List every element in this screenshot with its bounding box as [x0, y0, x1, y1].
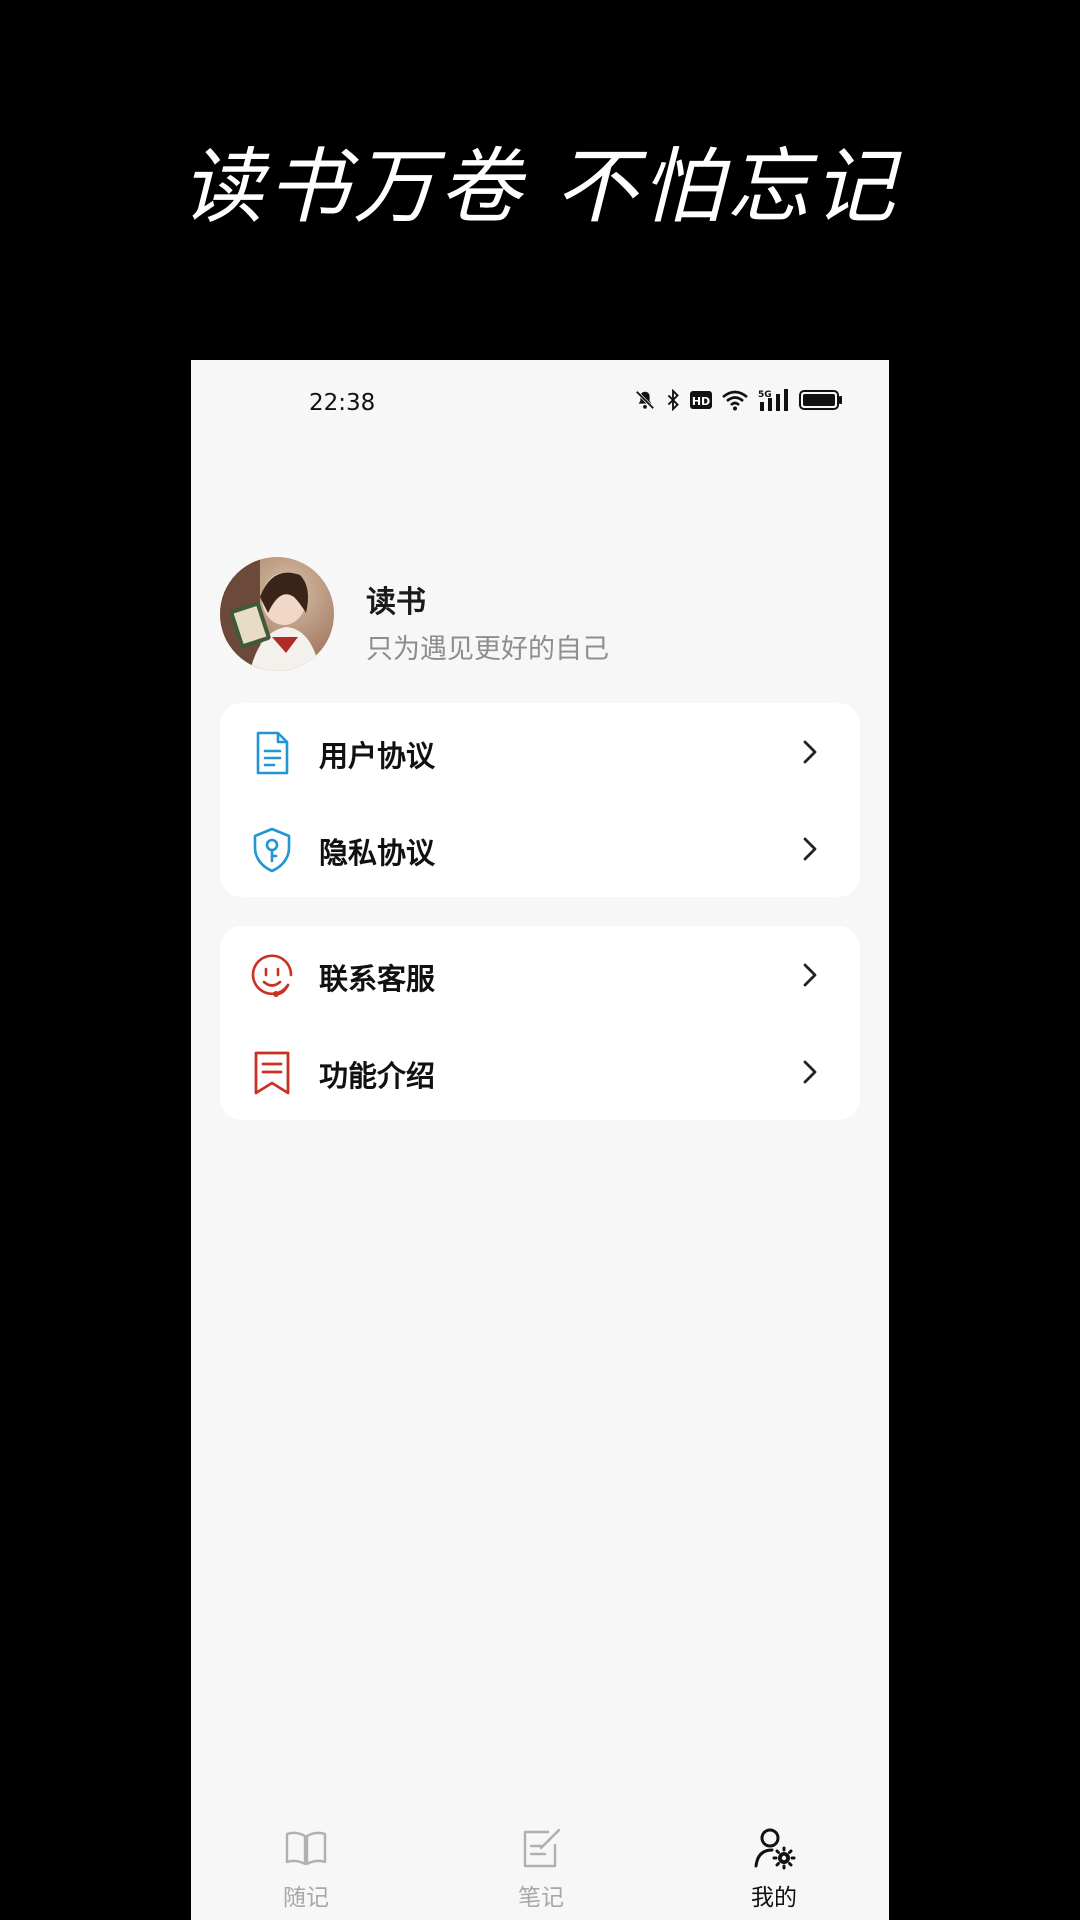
menu-item-feature-intro[interactable]: 功能介绍 — [220, 1023, 860, 1120]
avatar[interactable] — [220, 557, 334, 671]
chevron-right-icon — [800, 834, 820, 864]
svg-text:HD: HD — [692, 395, 710, 408]
menu-item-contact-service[interactable]: 联系客服 — [220, 926, 860, 1023]
bottom-nav: 随记 笔记 我的 — [191, 1814, 889, 1920]
bookmark-icon — [248, 1049, 296, 1097]
smiley-headset-icon — [248, 952, 296, 1000]
menu-label: 功能介绍 — [319, 1059, 436, 1093]
tab-journal[interactable]: 随记 — [236, 1814, 376, 1920]
bluetooth-icon — [665, 389, 681, 411]
status-icons: HD 5G — [634, 388, 843, 412]
tab-label: 我的 — [751, 1885, 797, 1911]
profile-header: 读书 只为遇见更好的自己 — [220, 557, 860, 673]
book-icon — [284, 1826, 328, 1870]
status-bar: 22:38 HD 5G — [191, 360, 889, 446]
tab-label: 笔记 — [518, 1885, 564, 1911]
battery-icon — [799, 389, 843, 411]
menu-label: 隐私协议 — [319, 836, 436, 870]
document-icon — [248, 729, 296, 777]
promo-title: 读书万卷 不怕忘记 — [180, 140, 900, 235]
menu-item-user-agreement[interactable]: 用户协议 — [220, 703, 860, 800]
profile-motto: 只为遇见更好的自己 — [366, 634, 609, 665]
user-settings-icon — [752, 1826, 796, 1870]
mute-icon — [634, 389, 656, 411]
chevron-right-icon — [800, 960, 820, 990]
menu-label: 用户协议 — [319, 739, 436, 773]
menu-card-support: 联系客服 功能介绍 — [220, 926, 860, 1120]
shield-key-icon — [248, 826, 296, 874]
tab-mine[interactable]: 我的 — [704, 1814, 844, 1920]
status-time: 22:38 — [309, 390, 376, 416]
edit-note-icon — [519, 1826, 563, 1870]
menu-item-privacy-agreement[interactable]: 隐私协议 — [220, 800, 860, 897]
tab-notes[interactable]: 笔记 — [471, 1814, 611, 1920]
menu-card-agreements: 用户协议 隐私协议 — [220, 703, 860, 897]
wifi-icon — [721, 389, 749, 411]
profile-name: 读书 — [366, 585, 426, 620]
tab-label: 随记 — [283, 1885, 329, 1911]
phone-screen: 22:38 HD 5G 读书 只为遇见更好的自己 用户协议 隐私协议 联系客服 … — [191, 360, 889, 1920]
menu-label: 联系客服 — [319, 962, 436, 996]
signal-5g-icon: 5G — [758, 388, 790, 412]
chevron-right-icon — [800, 737, 820, 767]
hd-icon: HD — [690, 390, 712, 410]
chevron-right-icon — [800, 1057, 820, 1087]
